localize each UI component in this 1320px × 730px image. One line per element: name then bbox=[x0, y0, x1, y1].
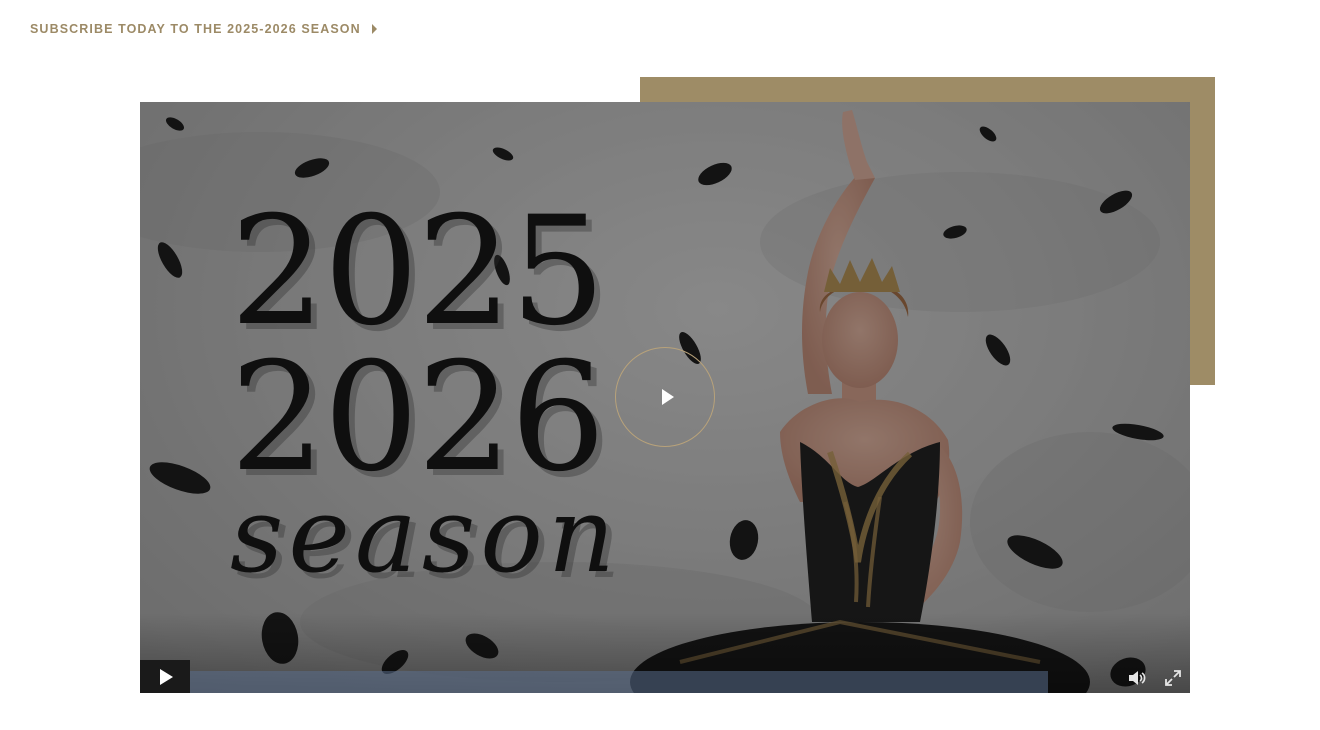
caret-right-icon bbox=[371, 24, 377, 34]
control-play-button[interactable] bbox=[140, 660, 190, 693]
season-video-player[interactable]: 2025 2026 season bbox=[140, 102, 1190, 693]
big-play-button[interactable] bbox=[615, 347, 715, 447]
play-icon bbox=[661, 389, 674, 405]
video-controls-bar bbox=[140, 660, 1190, 693]
fullscreen-icon[interactable] bbox=[1164, 669, 1182, 687]
volume-icon[interactable] bbox=[1127, 669, 1147, 687]
progress-bar[interactable] bbox=[190, 671, 1048, 693]
play-icon bbox=[160, 668, 173, 685]
subscribe-season-link[interactable]: SUBSCRIBE TODAY TO THE 2025-2026 SEASON bbox=[30, 22, 377, 36]
subscribe-link-text: SUBSCRIBE TODAY TO THE 2025-2026 SEASON bbox=[30, 22, 361, 36]
